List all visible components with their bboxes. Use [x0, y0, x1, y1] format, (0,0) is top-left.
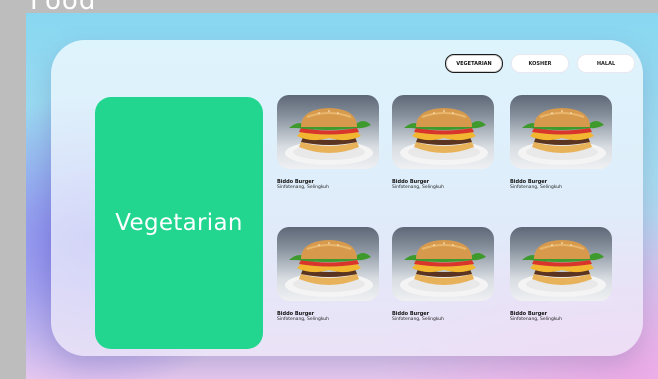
food-card[interactable]: Biddo Burger Sinfotenang, Selingkuh: [392, 95, 494, 191]
burger-image: [277, 227, 379, 301]
burger-image: [277, 95, 379, 169]
artboard: VEGETARIAN KOSHER HALAL Vegetarian Biddo…: [26, 13, 658, 379]
food-description: Sinfotenang, Selingkuh: [392, 185, 445, 190]
filter-chip-halal[interactable]: HALAL: [577, 54, 635, 73]
food-card[interactable]: Biddo Burger Sinfotenang, Selingkuh: [277, 95, 379, 191]
burger-image: [510, 95, 612, 169]
filter-chip-kosher[interactable]: KOSHER: [511, 54, 569, 73]
category-label: Vegetarian: [115, 210, 243, 236]
filter-chip-vegetarian[interactable]: VEGETARIAN: [445, 54, 503, 73]
food-card[interactable]: Biddo Burger Sinfotenang, Selingkuh: [510, 227, 612, 323]
food-card[interactable]: Biddo Burger Sinfotenang, Selingkuh: [277, 227, 379, 323]
food-description: Sinfotenang, Selingkuh: [510, 185, 563, 190]
food-card[interactable]: Biddo Burger Sinfotenang, Selingkuh: [392, 227, 494, 323]
food-description: Sinfotenang, Selingkuh: [392, 317, 445, 322]
food-card[interactable]: Biddo Burger Sinfotenang, Selingkuh: [510, 95, 612, 191]
burger-image: [392, 227, 494, 301]
food-description: Sinfotenang, Selingkuh: [277, 317, 330, 322]
food-description: Sinfotenang, Selingkuh: [510, 317, 563, 322]
food-description: Sinfotenang, Selingkuh: [277, 185, 330, 190]
diet-filter-bar: VEGETARIAN KOSHER HALAL: [445, 54, 635, 73]
burger-image: [392, 95, 494, 169]
category-tile-vegetarian[interactable]: Vegetarian: [95, 97, 263, 349]
menu-card: VEGETARIAN KOSHER HALAL Vegetarian Biddo…: [51, 40, 643, 356]
burger-image: [510, 227, 612, 301]
